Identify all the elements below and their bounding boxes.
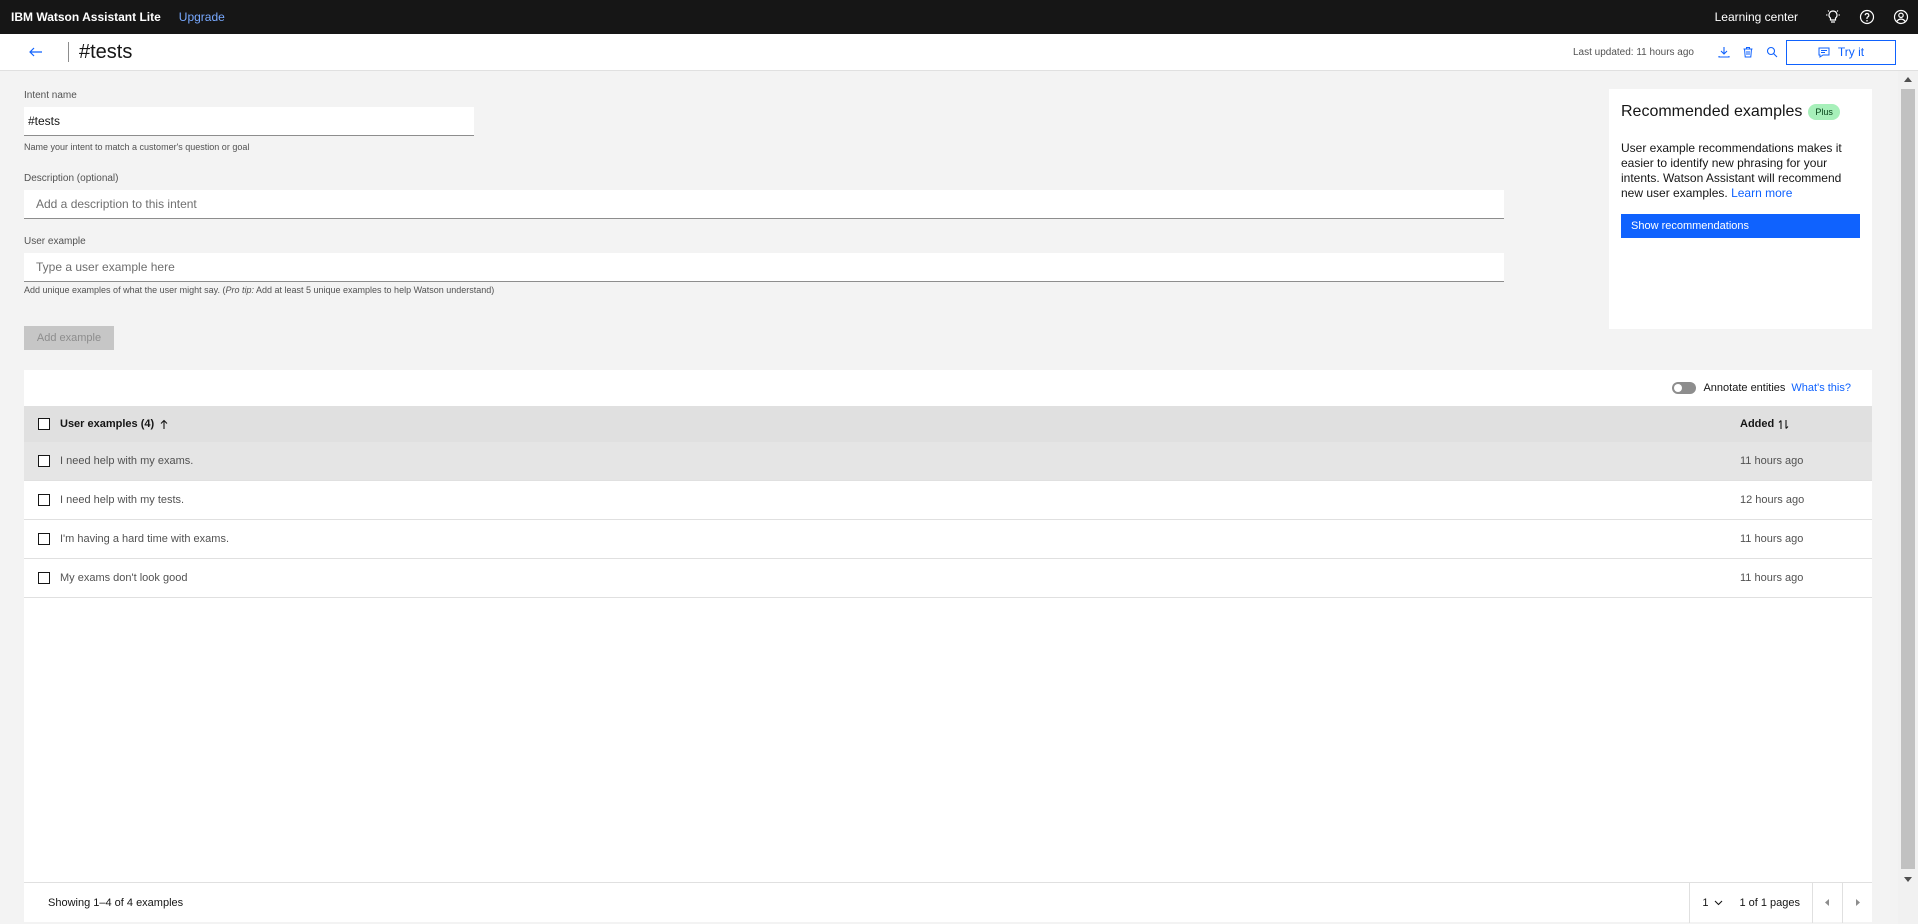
added-column-header[interactable]: Added	[1740, 418, 1872, 430]
pro-tip-text: Pro tip:	[225, 285, 254, 295]
example-text[interactable]: I'm having a hard time with exams.	[60, 533, 1740, 545]
user-icon[interactable]	[1884, 0, 1918, 34]
page-of-text: 1 of 1 pages	[1739, 896, 1800, 909]
show-recommendations-button[interactable]: Show recommendations	[1621, 214, 1860, 238]
helper-text-part: Add at least 5 unique examples to help W…	[253, 285, 495, 295]
sort-ascending-icon	[160, 419, 168, 429]
page-select[interactable]: 1	[1689, 882, 1735, 923]
whats-this-link[interactable]: What's this?	[1791, 382, 1851, 394]
added-column-label: Added	[1740, 418, 1775, 430]
row-checkbox[interactable]	[38, 533, 50, 545]
learning-center-link[interactable]: Learning center	[1715, 10, 1798, 24]
last-updated-text: Last updated: 11 hours ago	[1572, 46, 1694, 58]
chat-icon	[1818, 47, 1830, 58]
added-time: 11 hours ago	[1740, 572, 1804, 584]
delete-icon[interactable]	[1736, 40, 1760, 64]
user-example-input[interactable]: Type a user example here	[24, 253, 1504, 282]
examples-column-label: User examples (4)	[60, 418, 155, 430]
idea-icon[interactable]	[1816, 0, 1850, 34]
page-title: #tests	[79, 40, 133, 63]
user-example-helper: Add unique examples of what the user mig…	[24, 285, 494, 295]
product-name[interactable]: IBM Watson Assistant Lite	[11, 10, 161, 24]
examples-column-header[interactable]: User examples (4)	[60, 418, 1740, 430]
back-arrow-icon[interactable]	[26, 42, 46, 62]
pagination-bar: Showing 1–4 of 4 examples 1 1 of 1 pages	[24, 882, 1872, 923]
scroll-down-arrow-icon[interactable]	[1898, 871, 1918, 887]
table-toolbar: Annotate entities What's this?	[24, 370, 1872, 406]
example-text[interactable]: I need help with my tests.	[60, 494, 1740, 506]
help-icon[interactable]	[1850, 0, 1884, 34]
upgrade-link[interactable]: Upgrade	[179, 10, 225, 24]
row-checkbox[interactable]	[38, 494, 50, 506]
example-text[interactable]: My exams don't look good	[60, 572, 1740, 584]
header-divider	[68, 42, 69, 62]
scroll-up-arrow-icon[interactable]	[1898, 71, 1918, 87]
annotate-entities-toggle[interactable]	[1672, 382, 1697, 394]
row-checkbox[interactable]	[38, 572, 50, 584]
sort-icon	[1778, 419, 1789, 429]
search-icon[interactable]	[1760, 40, 1784, 64]
description-label: Description (optional)	[24, 173, 119, 184]
page-header: #tests Last updated: 11 hours ago Try it	[0, 34, 1918, 71]
added-time: 11 hours ago	[1740, 533, 1804, 545]
added-time: 12 hours ago	[1740, 494, 1805, 506]
added-time: 11 hours ago	[1740, 455, 1804, 467]
recommended-examples-panel: Recommended examples Plus User example r…	[1609, 89, 1872, 329]
caret-right-icon	[1856, 899, 1860, 906]
try-it-label: Try it	[1837, 45, 1865, 59]
table-row[interactable]: I need help with my tests. 12 hours ago	[24, 481, 1872, 520]
showing-count: Showing 1–4 of 4 examples	[48, 896, 184, 909]
example-text[interactable]: I need help with my exams.	[60, 455, 1740, 467]
caret-left-icon	[1825, 899, 1829, 906]
intent-name-input[interactable]: #tests	[24, 107, 474, 136]
select-all-checkbox[interactable]	[38, 418, 50, 430]
chevron-down-icon	[1715, 900, 1723, 905]
recommended-title: Recommended examples	[1621, 103, 1803, 120]
recommended-description: User example recommendations makes it ea…	[1621, 141, 1857, 201]
recommended-title-row: Recommended examples Plus	[1621, 103, 1860, 121]
table-row[interactable]: I need help with my exams. 11 hours ago	[24, 442, 1872, 481]
add-example-button[interactable]: Add example	[24, 326, 114, 350]
learn-more-link[interactable]: Learn more	[1731, 186, 1792, 200]
page-select-value: 1	[1702, 896, 1709, 909]
table-row[interactable]: I'm having a hard time with exams. 11 ho…	[24, 520, 1872, 559]
description-input[interactable]: Add a description to this intent	[24, 190, 1504, 219]
intent-name-helper: Name your intent to match a customer's q…	[24, 142, 250, 152]
row-checkbox[interactable]	[38, 455, 50, 467]
annotate-entities-label: Annotate entities	[1703, 382, 1786, 394]
table-row[interactable]: My exams don't look good 11 hours ago	[24, 559, 1872, 598]
user-example-label: User example	[24, 236, 86, 247]
scrollbar-thumb[interactable]	[1901, 89, 1915, 869]
plus-badge: Plus	[1808, 104, 1840, 120]
pager: 1 1 of 1 pages	[1689, 882, 1872, 923]
helper-text-part: Add unique examples of what the user mig…	[24, 285, 226, 295]
user-examples-table: Annotate entities What's this? User exam…	[24, 370, 1872, 923]
vertical-scrollbar[interactable]	[1898, 71, 1918, 924]
intent-name-label: Intent name	[24, 90, 77, 101]
top-navigation-bar: IBM Watson Assistant Lite Upgrade Learni…	[0, 0, 1918, 34]
previous-page-button[interactable]	[1812, 882, 1842, 923]
next-page-button[interactable]	[1842, 882, 1872, 923]
table-header: User examples (4) Added	[24, 406, 1872, 442]
try-it-button[interactable]: Try it	[1786, 39, 1896, 65]
download-icon[interactable]	[1712, 40, 1736, 64]
